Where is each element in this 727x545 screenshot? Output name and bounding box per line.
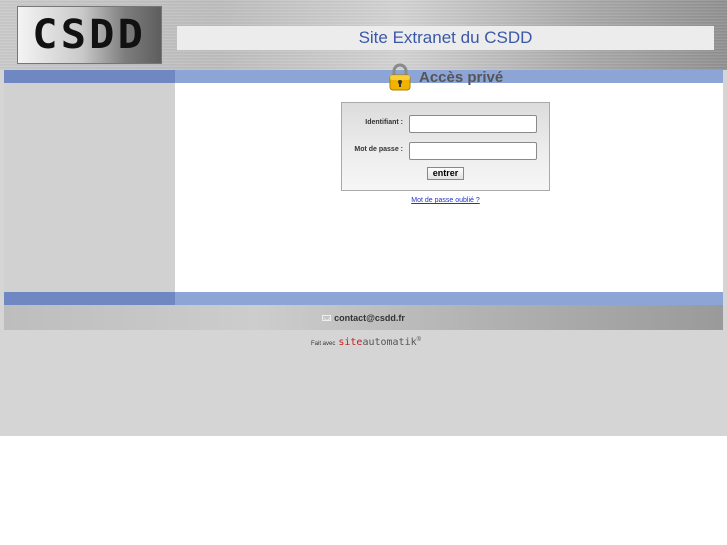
password-row: Mot de passe : [342, 142, 551, 160]
logo-text: CSDD [32, 12, 147, 58]
contact-email: contact@csdd.fr [334, 312, 405, 323]
credits-prefix: Fait avec [311, 341, 336, 347]
username-row: Identifiant : [342, 115, 551, 133]
password-label: Mot de passe : [354, 146, 403, 153]
credits-brand-site: site [338, 337, 363, 348]
page-title-bar: Site Extranet du CSDD [177, 26, 714, 50]
accent-bar-bottom [4, 292, 723, 305]
credits[interactable]: Fait avec site automatik ® [311, 337, 421, 348]
private-access-label: Accès privé [419, 68, 504, 86]
contact-link[interactable]: contact@csdd.fr [322, 313, 405, 323]
credits-brand-automatik: automatik [362, 337, 417, 348]
username-label: Identifiant : [365, 119, 403, 126]
padlock-icon [388, 63, 412, 91]
submit-button[interactable]: entrer [427, 167, 464, 180]
accent-bar-top [4, 70, 723, 83]
login-form: Identifiant : Mot de passe : entrer [341, 102, 550, 191]
envelope-icon [322, 314, 332, 321]
left-sidebar [4, 83, 175, 292]
page-title: Site Extranet du CSDD [358, 28, 533, 47]
forgot-password-link[interactable]: Mot de passe oublié ? [341, 197, 550, 204]
password-input[interactable] [409, 142, 537, 160]
username-input[interactable] [409, 115, 537, 133]
footer-bar: contact@csdd.fr [4, 305, 723, 330]
registered-mark: ® [416, 337, 422, 343]
private-access-heading: Accès privé [388, 62, 503, 92]
csdd-logo: CSDD [17, 6, 162, 64]
